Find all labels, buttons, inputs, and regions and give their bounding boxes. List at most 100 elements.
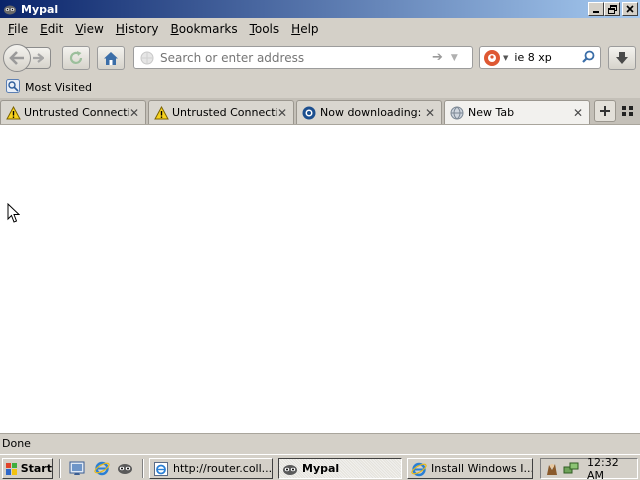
tab-strip: Untrusted Connecti... ✕ Untrusted Connec…	[0, 98, 640, 124]
mypal-app-icon	[3, 2, 17, 16]
tab-label: Now downloading: ...	[320, 106, 425, 119]
search-bar[interactable]: ▼	[479, 46, 601, 69]
menu-mnemonic: E	[40, 22, 48, 36]
menu-label: iew	[83, 22, 104, 36]
search-icon[interactable]	[582, 50, 595, 66]
status-text: Done	[2, 437, 31, 450]
menu-mnemonic: B	[170, 22, 179, 36]
restore-button[interactable]	[604, 2, 620, 16]
download-arrow-icon	[616, 52, 628, 64]
menu-label: ile	[14, 22, 29, 36]
ie-page-icon	[153, 461, 169, 477]
restore-icon	[607, 4, 617, 14]
reload-icon	[69, 51, 83, 64]
taskbar: Start http://router.coll... Mypal Instal…	[0, 454, 640, 480]
tab-label: New Tab	[468, 106, 515, 119]
menu-history[interactable]: History	[110, 22, 165, 36]
tab-label: Untrusted Connecti...	[24, 106, 129, 119]
ie-quicklaunch-icon[interactable]	[94, 460, 110, 476]
status-bar: Done	[0, 433, 640, 453]
new-tab-button[interactable]	[594, 100, 616, 122]
task-label: Install Windows I...	[431, 462, 533, 475]
menu-label: dit	[47, 22, 64, 36]
arrow-right-icon	[32, 53, 44, 63]
close-icon	[626, 5, 634, 13]
windows-logo-icon	[6, 462, 17, 475]
home-icon	[104, 51, 118, 65]
url-bar[interactable]: ➔ ▼	[133, 46, 473, 69]
menu-edit[interactable]: Edit	[34, 22, 69, 36]
duckduckgo-icon[interactable]	[484, 49, 500, 66]
task-mypal[interactable]: Mypal	[278, 458, 402, 479]
back-button[interactable]	[3, 44, 31, 72]
reload-button[interactable]	[62, 46, 90, 70]
tab-label: Untrusted Connecti...	[172, 106, 277, 119]
menu-bar: File Edit View History Bookmarks Tools H…	[0, 18, 640, 40]
menu-mnemonic: H	[115, 22, 125, 36]
plus-icon	[600, 106, 610, 116]
minimize-icon	[593, 11, 599, 13]
start-label: Start	[20, 462, 52, 475]
page-content[interactable]	[0, 124, 640, 433]
close-button[interactable]	[622, 2, 638, 16]
title-bar[interactable]: Mypal	[0, 0, 640, 18]
globe-icon	[140, 51, 156, 65]
search-input[interactable]	[514, 51, 583, 64]
windows-install-icon	[411, 461, 427, 477]
taskbar-separator	[142, 459, 144, 478]
globe-icon	[449, 105, 465, 121]
grid-dot	[622, 112, 626, 116]
bookmark-most-visited[interactable]: Most Visited	[25, 81, 92, 94]
url-input[interactable]	[160, 50, 430, 65]
system-tray: 12:32 AM	[540, 456, 638, 480]
menu-help[interactable]: Help	[285, 22, 324, 36]
network-icon[interactable]	[563, 461, 579, 477]
menu-mnemonic: H	[291, 22, 301, 36]
show-desktop-icon[interactable]	[69, 460, 85, 476]
menu-label: istory	[124, 22, 159, 36]
tab-close-icon[interactable]: ✕	[129, 106, 139, 120]
menu-label: elp	[300, 22, 319, 36]
clock[interactable]: 12:32 AM	[587, 456, 637, 480]
tab-new-tab[interactable]: New Tab ✕	[444, 100, 590, 124]
task-label: Mypal	[302, 462, 340, 475]
task-router-page[interactable]: http://router.coll...	[149, 458, 273, 479]
mouse-cursor-icon	[7, 203, 20, 223]
tab-untrusted-2[interactable]: Untrusted Connecti... ✕	[148, 100, 294, 124]
downloading-icon	[301, 105, 317, 121]
taskbar-separator	[59, 459, 61, 478]
tab-close-icon[interactable]: ✕	[573, 106, 583, 120]
bookmarks-toolbar: Most Visited	[0, 77, 640, 98]
menu-label: ookmarks	[178, 22, 238, 36]
tab-close-icon[interactable]: ✕	[425, 106, 435, 120]
window-title: Mypal	[21, 2, 59, 16]
tab-now-downloading[interactable]: Now downloading: ... ✕	[296, 100, 442, 124]
grid-dot	[629, 106, 633, 110]
task-install-windows[interactable]: Install Windows I...	[407, 458, 533, 479]
menu-file[interactable]: File	[2, 22, 34, 36]
minimize-button[interactable]	[588, 2, 604, 16]
most-visited-icon	[6, 79, 20, 96]
warning-icon	[5, 105, 21, 121]
home-button[interactable]	[97, 46, 125, 70]
task-label: http://router.coll...	[173, 462, 273, 475]
tray-app-icon[interactable]	[544, 461, 560, 477]
menu-tools[interactable]: Tools	[244, 22, 286, 36]
menu-view[interactable]: View	[69, 22, 109, 36]
warning-icon	[153, 105, 169, 121]
mypal-icon	[282, 461, 298, 477]
grid-dot	[629, 112, 633, 116]
menu-bookmarks[interactable]: Bookmarks	[165, 22, 244, 36]
chevron-down-icon[interactable]: ▼	[451, 53, 458, 63]
menu-label: ools	[254, 22, 280, 36]
grid-dot	[622, 106, 626, 110]
engine-dropdown-icon[interactable]: ▼	[503, 54, 508, 62]
mypal-quicklaunch-icon[interactable]	[117, 460, 133, 476]
start-button[interactable]: Start	[2, 458, 53, 479]
download-button[interactable]	[608, 46, 636, 70]
tab-untrusted-1[interactable]: Untrusted Connecti... ✕	[0, 100, 146, 124]
list-all-tabs-button[interactable]	[621, 104, 635, 118]
arrow-left-icon	[9, 51, 24, 65]
tab-close-icon[interactable]: ✕	[277, 106, 287, 120]
go-arrow-icon[interactable]: ➔	[432, 50, 443, 65]
